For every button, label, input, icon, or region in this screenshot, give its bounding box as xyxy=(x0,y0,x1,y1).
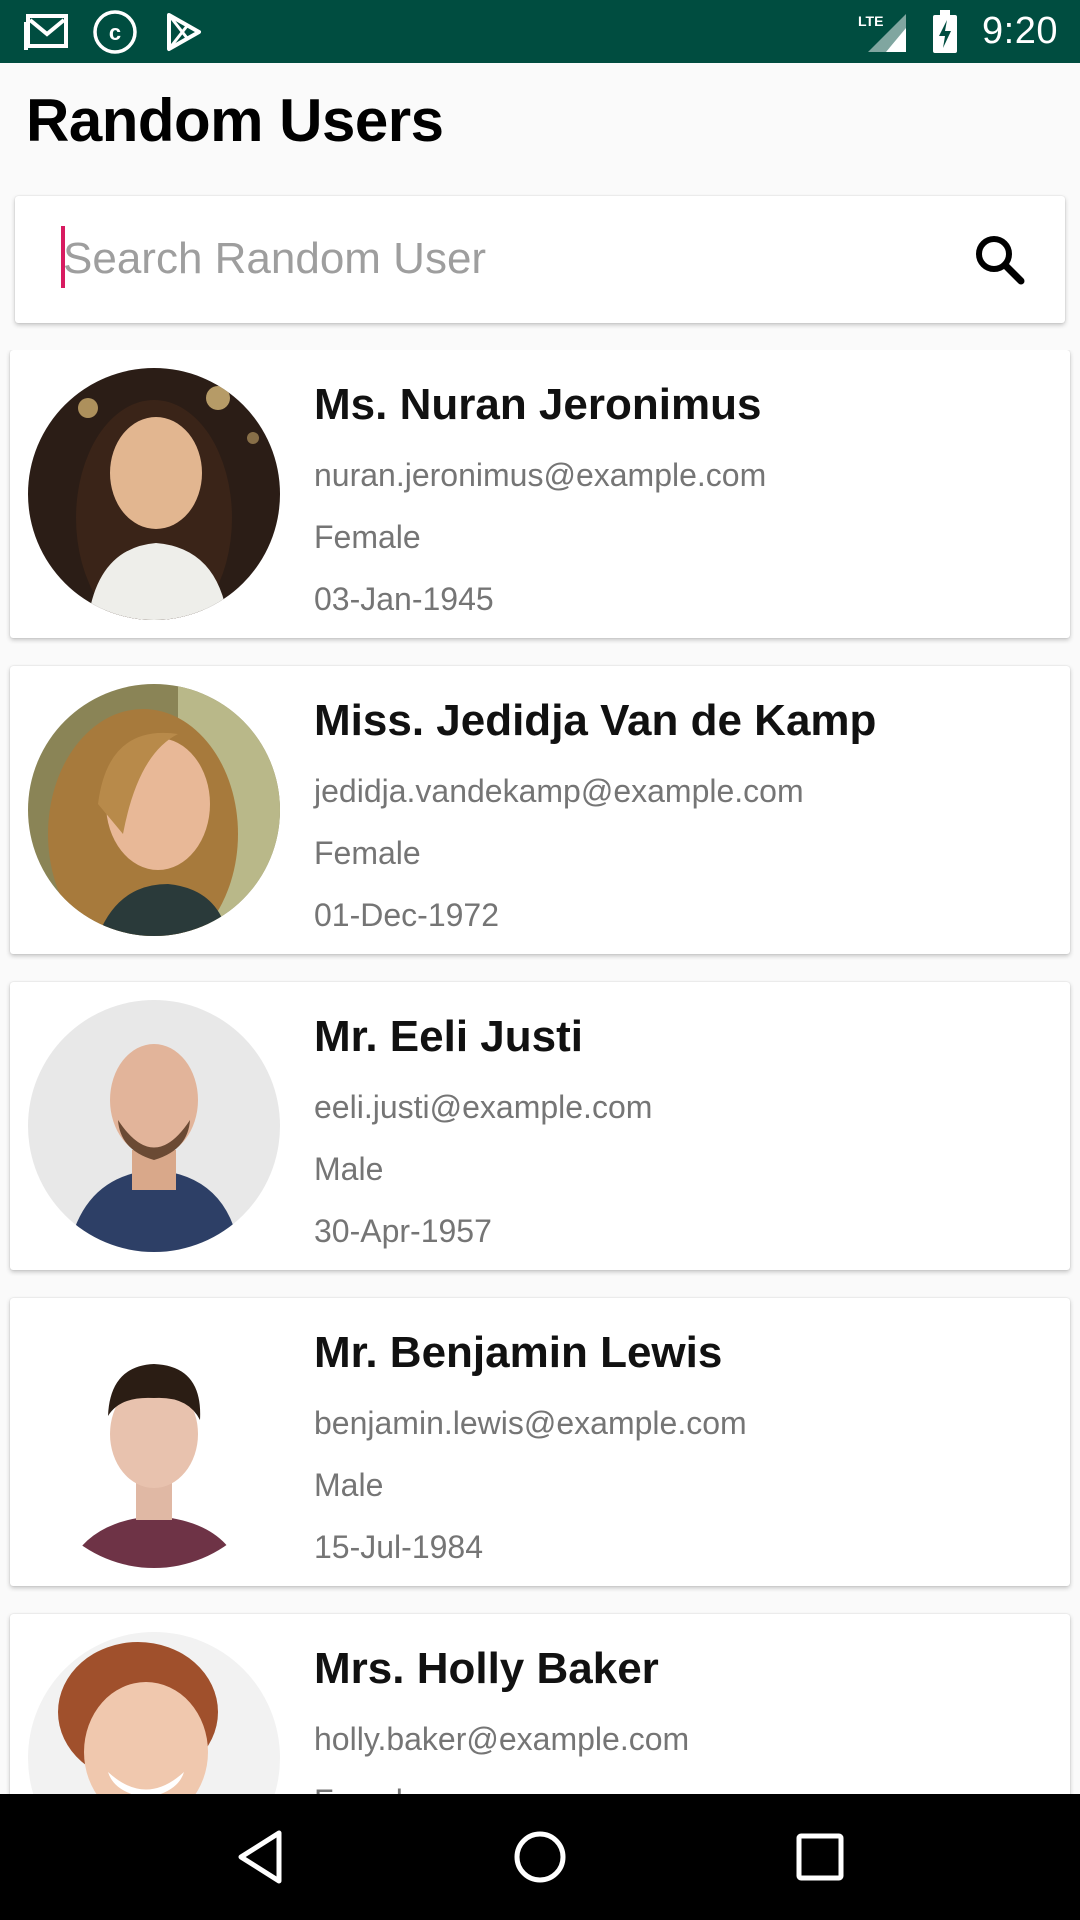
user-email: holly.baker@example.com xyxy=(314,1721,690,1757)
user-card[interactable]: Mrs. Holly Baker holly.baker@example.com… xyxy=(10,1614,1070,1794)
user-gender: Female xyxy=(314,1770,1050,1794)
user-card[interactable]: Mr. Benjamin Lewis benjamin.lewis@exampl… xyxy=(10,1298,1070,1586)
search-input[interactable] xyxy=(49,226,929,292)
search-icon xyxy=(976,236,1025,285)
user-info: Ms. Nuran Jeronimus nuran.jeronimus@exam… xyxy=(314,374,1050,630)
status-bar: c LTE 9:20 xyxy=(0,0,1080,63)
user-info: Mr. Benjamin Lewis benjamin.lewis@exampl… xyxy=(314,1322,1050,1578)
battery-charging-icon xyxy=(930,9,960,55)
user-email: benjamin.lewis@example.com xyxy=(314,1405,747,1441)
status-time: 9:20 xyxy=(982,10,1058,52)
svg-text:c: c xyxy=(109,20,121,45)
user-dob: 15-Jul-1984 xyxy=(314,1529,483,1565)
gmail-icon xyxy=(24,9,70,55)
user-name: Miss. Jedidja Van de Kamp xyxy=(314,696,877,745)
user-email: nuran.jeronimus@example.com xyxy=(314,457,767,493)
user-info: Mrs. Holly Baker holly.baker@example.com… xyxy=(314,1638,1050,1794)
user-gender: Male xyxy=(314,1467,384,1503)
navigation-bar xyxy=(0,1794,1080,1920)
user-dob: 03-Jan-1945 xyxy=(314,581,494,617)
home-button[interactable] xyxy=(495,1812,585,1902)
avatar xyxy=(28,684,280,936)
page-title: Random Users xyxy=(26,87,444,154)
status-right-icons: LTE 9:20 xyxy=(858,9,1058,55)
recents-button[interactable] xyxy=(775,1812,865,1902)
user-card[interactable]: Miss. Jedidja Van de Kamp jedidja.vandek… xyxy=(10,666,1070,954)
back-icon xyxy=(238,1830,282,1884)
user-gender: Female xyxy=(314,519,421,555)
user-name: Ms. Nuran Jeronimus xyxy=(314,380,762,429)
text-cursor xyxy=(61,226,65,288)
user-name: Mrs. Holly Baker xyxy=(314,1644,659,1693)
user-email: jedidja.vandekamp@example.com xyxy=(314,773,804,809)
search-bar xyxy=(15,196,1065,323)
home-icon xyxy=(514,1831,566,1883)
avatar xyxy=(28,1000,280,1252)
search-button[interactable] xyxy=(969,229,1029,289)
user-card[interactable]: Mr. Eeli Justi eeli.justi@example.com Ma… xyxy=(10,982,1070,1270)
user-info: Mr. Eeli Justi eeli.justi@example.com Ma… xyxy=(314,1006,1050,1262)
user-gender: Female xyxy=(314,835,421,871)
avatar xyxy=(28,368,280,620)
recents-icon xyxy=(796,1833,844,1881)
c-badge-icon: c xyxy=(92,9,138,55)
user-card[interactable]: Ms. Nuran Jeronimus nuran.jeronimus@exam… xyxy=(10,350,1070,638)
user-list[interactable]: Ms. Nuran Jeronimus nuran.jeronimus@exam… xyxy=(0,350,1080,1794)
avatar xyxy=(28,1316,280,1568)
user-email: eeli.justi@example.com xyxy=(314,1089,653,1125)
user-dob: 01-Dec-1972 xyxy=(314,897,499,933)
user-dob: 30-Apr-1957 xyxy=(314,1213,492,1249)
user-gender: Male xyxy=(314,1151,384,1187)
lte-signal-icon: LTE xyxy=(858,9,908,55)
play-store-icon xyxy=(160,9,206,55)
svg-text:LTE: LTE xyxy=(858,13,883,29)
avatar xyxy=(28,1632,280,1794)
status-left-icons: c xyxy=(24,9,206,55)
back-button[interactable] xyxy=(215,1812,305,1902)
user-info: Miss. Jedidja Van de Kamp jedidja.vandek… xyxy=(314,690,1050,946)
user-name: Mr. Eeli Justi xyxy=(314,1012,583,1061)
user-name: Mr. Benjamin Lewis xyxy=(314,1328,723,1377)
